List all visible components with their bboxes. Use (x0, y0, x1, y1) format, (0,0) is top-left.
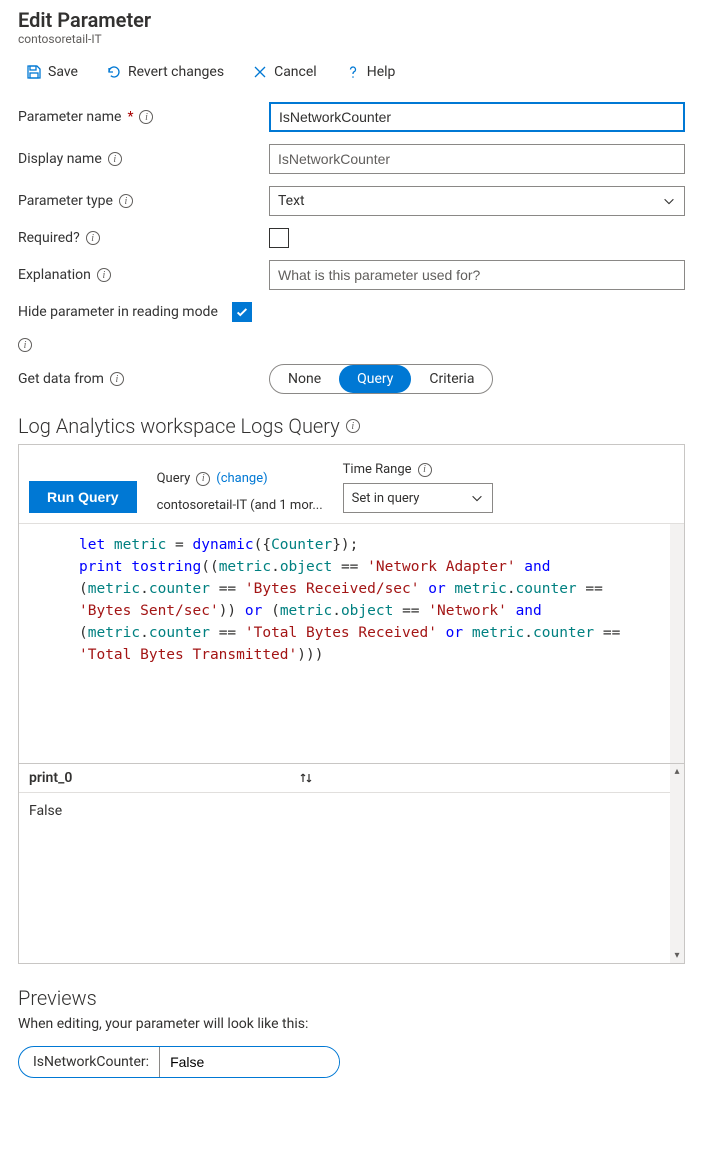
info-icon[interactable]: i (139, 110, 153, 124)
pill-criteria[interactable]: Criteria (411, 365, 492, 393)
info-icon[interactable]: i (196, 472, 210, 486)
pill-none[interactable]: None (270, 365, 339, 393)
get-data-pillgroup: None Query Criteria (269, 364, 493, 394)
save-label: Save (48, 64, 78, 80)
sort-icon[interactable] (298, 771, 314, 785)
save-button[interactable]: Save (18, 60, 86, 84)
param-type-value: Text (278, 193, 305, 209)
preview-description: When editing, your parameter will look l… (18, 1016, 685, 1032)
checkmark-icon (235, 305, 249, 319)
required-label: Required? i (18, 230, 263, 246)
info-icon[interactable]: i (86, 231, 100, 245)
preview-param-input[interactable] (159, 1047, 339, 1077)
display-name-label: Display name i (18, 151, 263, 167)
results-row: False (19, 793, 684, 829)
results-scrollbar[interactable]: ▴ ▾ (670, 764, 684, 963)
query-results: print_0 False ▴ ▾ (19, 763, 684, 963)
help-icon (345, 64, 361, 80)
info-icon[interactable]: i (97, 268, 111, 282)
revert-button[interactable]: Revert changes (98, 60, 232, 84)
run-query-button[interactable]: Run Query (29, 481, 137, 513)
scroll-up-icon[interactable]: ▴ (672, 764, 681, 779)
time-range-label: Time Range i (343, 462, 493, 477)
hide-param-label: Hide parameter in reading mode (18, 304, 218, 320)
info-icon[interactable]: i (346, 419, 360, 433)
time-range-value: Set in query (352, 491, 420, 506)
help-label: Help (367, 64, 396, 80)
page-title: Edit Parameter (18, 8, 685, 32)
query-scope-text: contosoretail-IT (and 1 mor... (157, 492, 323, 513)
cancel-label: Cancel (274, 64, 317, 80)
page-subtitle: contosoretail-IT (18, 32, 685, 46)
info-icon[interactable]: i (18, 338, 32, 352)
cancel-button[interactable]: Cancel (244, 60, 325, 84)
query-scope-label: Query i (change) (157, 471, 323, 486)
revert-icon (106, 64, 122, 80)
param-type-label: Parameter type i (18, 193, 263, 209)
pill-query[interactable]: Query (339, 365, 411, 393)
preview-title: Previews (18, 986, 685, 1010)
info-icon[interactable]: i (119, 194, 133, 208)
save-icon (26, 64, 42, 80)
scroll-down-icon[interactable]: ▾ (672, 948, 681, 963)
query-panel: Run Query Query i (change) contosoretail… (18, 444, 685, 964)
time-range-select[interactable]: Set in query (343, 483, 493, 513)
chevron-down-icon (662, 194, 676, 208)
results-column-header[interactable]: print_0 (29, 770, 72, 786)
param-name-input[interactable] (269, 102, 685, 132)
info-icon[interactable]: i (418, 463, 432, 477)
revert-label: Revert changes (128, 64, 224, 80)
get-data-label: Get data from i (18, 371, 263, 387)
help-button[interactable]: Help (337, 60, 404, 84)
display-name-input[interactable] (269, 144, 685, 174)
preview-param-label: IsNetworkCounter: (19, 1054, 159, 1070)
info-icon[interactable]: i (110, 372, 124, 386)
editor-scrollbar[interactable] (670, 524, 684, 763)
required-checkbox[interactable] (269, 228, 289, 248)
info-icon[interactable]: i (108, 152, 122, 166)
param-type-select[interactable]: Text (269, 186, 685, 216)
explanation-label: Explanation i (18, 267, 263, 283)
query-section-title: Log Analytics workspace Logs Query i (18, 414, 685, 438)
param-name-label: Parameter name* i (18, 109, 263, 125)
hide-param-checkbox[interactable] (232, 302, 252, 322)
query-editor[interactable]: let metric = dynamic({Counter});print to… (19, 523, 684, 763)
cancel-icon (252, 64, 268, 80)
chevron-down-icon (470, 491, 484, 505)
change-scope-link[interactable]: (change) (216, 471, 267, 486)
explanation-input[interactable] (269, 260, 685, 290)
preview-parameter-pill[interactable]: IsNetworkCounter: (18, 1046, 340, 1078)
